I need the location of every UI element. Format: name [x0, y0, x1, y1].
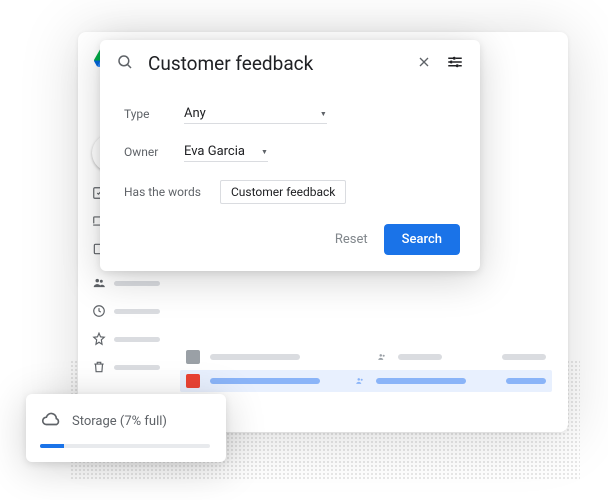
filter-words-chip[interactable]: Customer feedback [220, 180, 346, 204]
file-icon [186, 374, 200, 388]
clock-icon [92, 304, 106, 318]
sidebar-item-starred[interactable] [92, 332, 160, 346]
sidebar-item-trash[interactable] [92, 360, 160, 374]
storage-progress-fill [40, 444, 64, 448]
search-bar [100, 40, 480, 88]
sidebar-item-people[interactable] [92, 276, 160, 290]
filter-owner-dropdown[interactable]: Eva Garcia ▼ [184, 142, 268, 162]
search-button[interactable]: Search [384, 224, 460, 255]
trash-icon [92, 360, 106, 374]
list-row-selected[interactable] [180, 370, 552, 392]
shared-icon [354, 376, 366, 386]
filter-type-label: Type [124, 107, 166, 121]
filter-words-label: Has the words [124, 185, 202, 199]
storage-progress [40, 444, 210, 448]
tune-icon[interactable] [446, 53, 464, 75]
shared-icon [376, 352, 388, 362]
storage-label: Storage (7% full) [72, 414, 167, 429]
filter-type-row: Type Any ▼ [124, 104, 456, 124]
filter-words-row: Has the words Customer feedback [124, 180, 456, 204]
reset-button[interactable]: Reset [335, 232, 368, 247]
list-row[interactable] [186, 350, 546, 364]
file-icon [186, 350, 200, 364]
star-icon [92, 332, 106, 346]
chevron-down-icon: ▼ [320, 110, 327, 118]
results-list [186, 350, 546, 388]
search-actions: Reset Search [100, 216, 480, 255]
chevron-down-icon: ▼ [261, 148, 268, 156]
search-filters: Type Any ▼ Owner Eva Garcia ▼ Has the wo… [100, 88, 480, 216]
clear-icon[interactable] [416, 54, 432, 74]
storage-card[interactable]: Storage (7% full) [26, 394, 226, 462]
search-icon [116, 53, 134, 75]
people-icon [92, 276, 106, 290]
filter-owner-row: Owner Eva Garcia ▼ [124, 142, 456, 162]
search-input[interactable] [148, 52, 402, 75]
filter-type-dropdown[interactable]: Any ▼ [184, 104, 327, 124]
cloud-icon [40, 408, 62, 434]
sidebar-item-recent[interactable] [92, 304, 160, 318]
filter-owner-label: Owner [124, 145, 166, 159]
filter-type-value: Any [184, 106, 206, 121]
filter-owner-value: Eva Garcia [184, 144, 245, 159]
search-panel: Type Any ▼ Owner Eva Garcia ▼ Has the wo… [100, 40, 480, 271]
